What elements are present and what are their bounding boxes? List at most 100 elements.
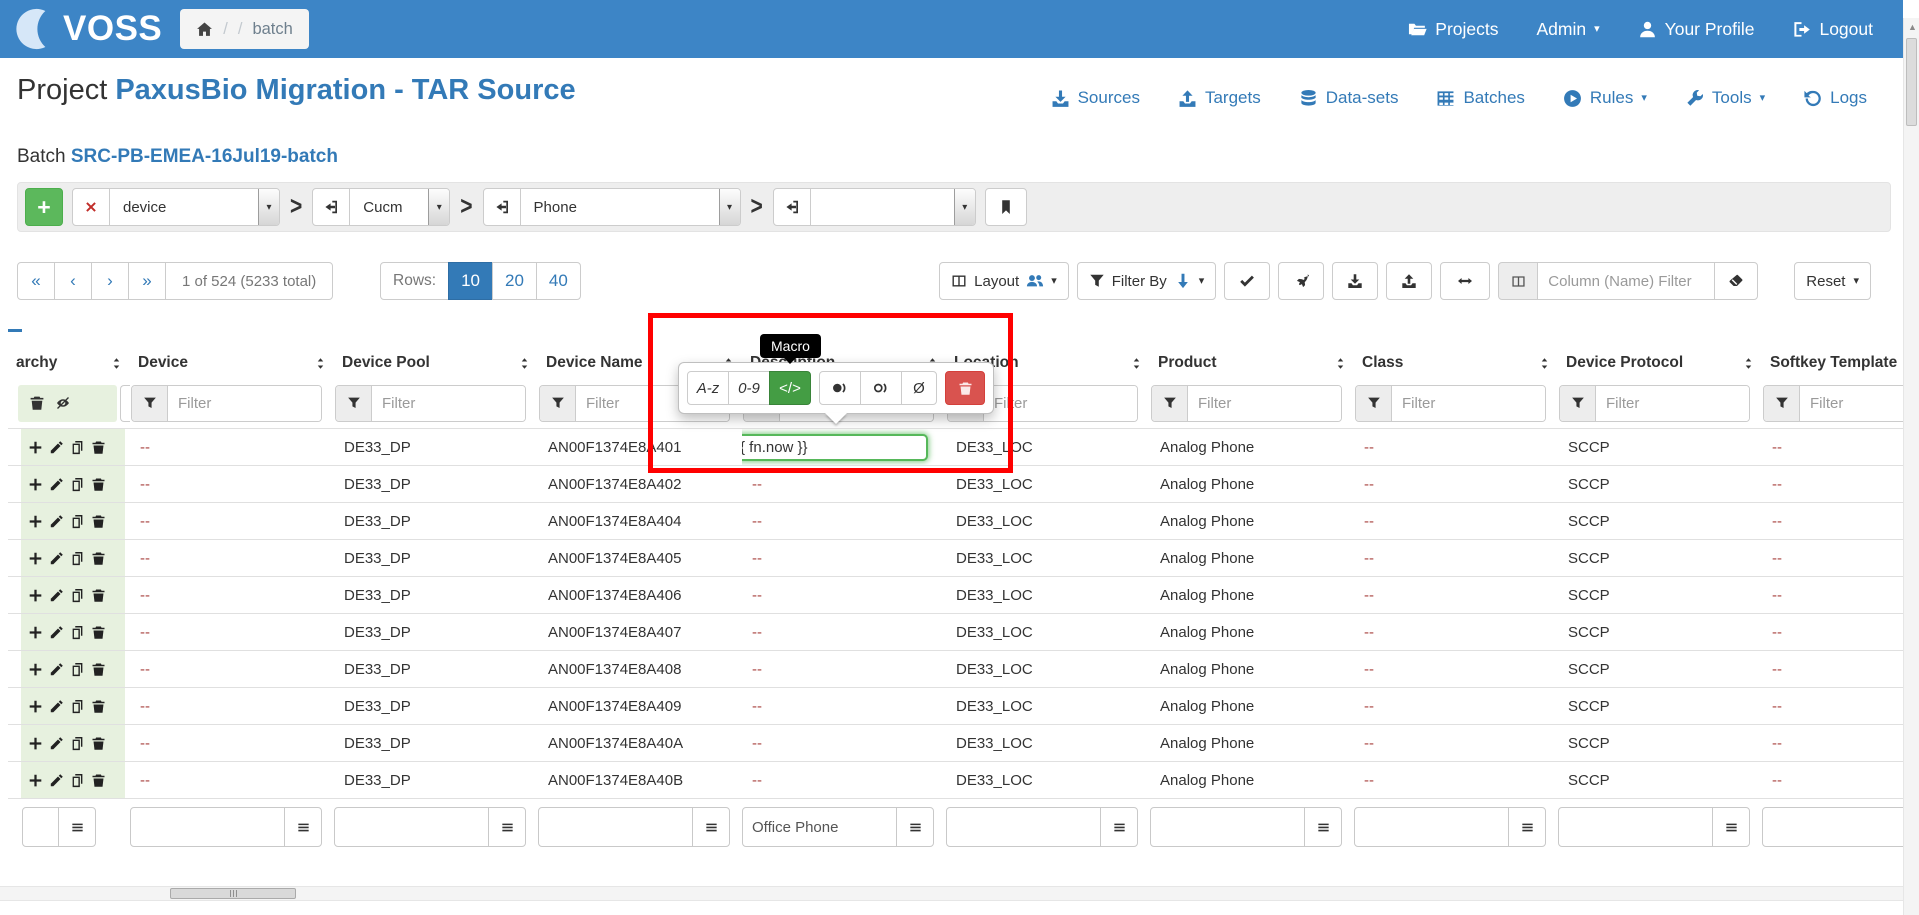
alpha-type-button[interactable]: A-z: [687, 371, 729, 405]
delete-row-icon[interactable]: [91, 736, 106, 751]
model-type-select[interactable]: device ▾: [110, 189, 279, 225]
delete-row-icon[interactable]: [91, 477, 106, 492]
execute-button[interactable]: [1278, 262, 1324, 300]
sort-icon[interactable]: [110, 356, 123, 371]
footer-menu-button[interactable]: [1100, 808, 1137, 846]
vertical-scrollbar-thumb[interactable]: [1906, 38, 1917, 126]
sort-icon[interactable]: [1538, 356, 1551, 371]
column-name-filter-input[interactable]: [1537, 262, 1715, 300]
macro-type-button[interactable]: </>: [769, 371, 811, 405]
footer-value[interactable]: [539, 808, 692, 846]
edit-row-icon[interactable]: [49, 477, 64, 492]
logout-menu-item[interactable]: Logout: [1792, 19, 1873, 40]
column-header-product[interactable]: Product: [1150, 348, 1354, 378]
sort-icon[interactable]: [1130, 356, 1143, 371]
footer-menu-button[interactable]: [692, 808, 729, 846]
clear-selection-icon[interactable]: [73, 189, 110, 225]
column-header-device-pool[interactable]: Device Pool: [334, 348, 538, 378]
voss-logo[interactable]: VOSS: [14, 6, 162, 52]
rows-option-20[interactable]: 20: [492, 262, 537, 300]
export-button[interactable]: [1332, 262, 1378, 300]
edit-row-icon[interactable]: [49, 736, 64, 751]
add-row-icon[interactable]: [28, 477, 43, 492]
edit-row-icon[interactable]: [49, 440, 64, 455]
profile-menu-item[interactable]: Your Profile: [1638, 19, 1755, 40]
numeric-type-button[interactable]: 0-9: [728, 371, 770, 405]
filter-input-class[interactable]: [1392, 386, 1545, 421]
delete-row-icon[interactable]: [91, 588, 106, 603]
edit-row-icon[interactable]: [49, 625, 64, 640]
copy-row-icon[interactable]: [70, 588, 85, 603]
footer-menu-button[interactable]: [58, 808, 95, 846]
nav-batches[interactable]: Batches: [1436, 88, 1524, 108]
add-selector-button[interactable]: +: [25, 188, 63, 226]
hide-filter-icon[interactable]: [55, 395, 71, 411]
add-row-icon[interactable]: [28, 773, 43, 788]
step3-enter-icon[interactable]: [774, 189, 811, 225]
nav-rules[interactable]: Rules ▾: [1563, 88, 1647, 108]
add-row-icon[interactable]: [28, 440, 43, 455]
filter-input-device-protocol[interactable]: [1596, 386, 1749, 421]
scroll-up-arrow-icon[interactable]: ▲: [1908, 22, 1917, 32]
column-header-class[interactable]: Class: [1354, 348, 1558, 378]
project-title-link[interactable]: PaxusBio Migration - TAR Source: [115, 74, 575, 106]
delete-value-button[interactable]: [945, 371, 985, 405]
sort-icon[interactable]: [518, 356, 531, 371]
bulk-delete-icon[interactable]: [29, 395, 45, 411]
copy-row-icon[interactable]: [70, 736, 85, 751]
sort-icon[interactable]: [314, 356, 327, 371]
footer-menu-button[interactable]: [896, 808, 933, 846]
copy-row-icon[interactable]: [70, 440, 85, 455]
edit-row-icon[interactable]: [49, 514, 64, 529]
filter-input-device-pool[interactable]: [372, 386, 525, 421]
footer-menu-button[interactable]: [1712, 808, 1749, 846]
add-row-icon[interactable]: [28, 551, 43, 566]
footer-value[interactable]: [131, 808, 284, 846]
apply-button[interactable]: [1224, 262, 1270, 300]
copy-row-icon[interactable]: [70, 551, 85, 566]
delete-row-icon[interactable]: [91, 440, 106, 455]
footer-value[interactable]: Office Phone: [743, 808, 896, 846]
add-row-icon[interactable]: [28, 662, 43, 677]
copy-row-icon[interactable]: [70, 625, 85, 640]
rows-option-40[interactable]: 40: [536, 262, 581, 300]
step3-select[interactable]: ▾: [811, 189, 975, 225]
nav-sources[interactable]: Sources: [1051, 88, 1140, 108]
filter-input-location[interactable]: [984, 386, 1137, 421]
clear-column-filter-button[interactable]: [1714, 262, 1758, 300]
vertical-scrollbar[interactable]: ▲: [1903, 18, 1919, 915]
add-row-icon[interactable]: [28, 699, 43, 714]
edit-row-icon[interactable]: [49, 588, 64, 603]
delete-row-icon[interactable]: [91, 773, 106, 788]
footer-value[interactable]: [1559, 808, 1712, 846]
reset-button[interactable]: Reset ▾: [1794, 262, 1871, 300]
step2-select[interactable]: Phone ▾: [521, 189, 740, 225]
footer-menu-button[interactable]: [284, 808, 321, 846]
footer-value[interactable]: [947, 808, 1100, 846]
footer-value[interactable]: [335, 808, 488, 846]
next-page-button[interactable]: ›: [91, 262, 129, 300]
prev-page-button[interactable]: ‹: [54, 262, 92, 300]
delete-row-icon[interactable]: [91, 625, 106, 640]
breadcrumb-current[interactable]: batch: [252, 20, 292, 39]
edit-row-icon[interactable]: [49, 773, 64, 788]
delete-row-icon[interactable]: [91, 514, 106, 529]
layout-button[interactable]: Layout ▾: [939, 262, 1069, 300]
column-header-device-protocol[interactable]: Device Protocol: [1558, 348, 1762, 378]
rows-option-10[interactable]: 10: [448, 262, 493, 300]
edit-row-icon[interactable]: [49, 699, 64, 714]
footer-value[interactable]: [23, 808, 58, 846]
admin-menu-item[interactable]: Admin ▾: [1537, 19, 1600, 40]
add-row-icon[interactable]: [28, 625, 43, 640]
copy-row-icon[interactable]: [70, 773, 85, 788]
toggle-on-button[interactable]: [819, 371, 861, 405]
bookmark-button[interactable]: [985, 188, 1027, 226]
projects-menu-item[interactable]: Projects: [1408, 19, 1498, 40]
copy-row-icon[interactable]: [70, 662, 85, 677]
footer-value[interactable]: [1763, 808, 1911, 846]
delete-row-icon[interactable]: [91, 699, 106, 714]
footer-menu-button[interactable]: [488, 808, 525, 846]
add-row-icon[interactable]: [28, 514, 43, 529]
footer-menu-button[interactable]: [1304, 808, 1341, 846]
sort-icon[interactable]: [1334, 356, 1347, 371]
